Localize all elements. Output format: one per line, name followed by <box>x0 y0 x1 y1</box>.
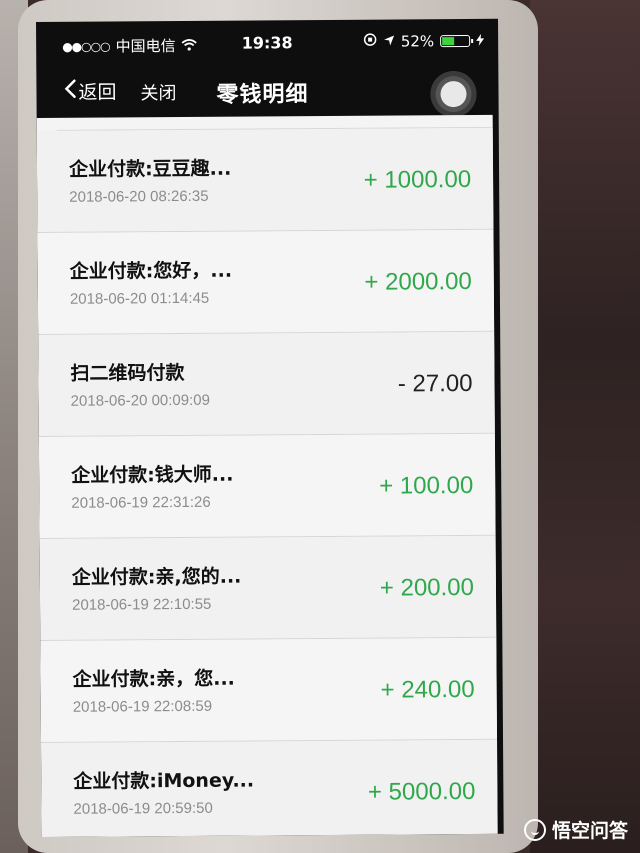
location-arrow-icon <box>383 32 395 50</box>
transaction-amount: - 27.00 <box>397 369 473 398</box>
assistive-touch-button[interactable] <box>430 70 477 118</box>
battery-level <box>442 37 455 46</box>
back-label: 返回 <box>78 81 117 104</box>
transaction-row[interactable]: 企业付款:您好，... 2018-06-20 01:14:45 + 2000.00 <box>37 229 495 335</box>
page-title: 零钱明细 <box>216 82 309 108</box>
transaction-title: 企业付款:亲,您的... <box>71 565 242 589</box>
transaction-title: 扫二维码付款 <box>70 361 185 385</box>
back-button[interactable]: 返回 <box>64 77 117 104</box>
transaction-row[interactable]: 企业付款:豆豆趣... 2018-06-20 08:26:35 + 1000.00 <box>36 127 494 233</box>
transaction-title: 企业付款:豆豆趣... <box>68 157 232 181</box>
phone-screen: ●●○○○ 中国电信 19:38 52% 返回 关闭 零钱明细 企业付款:豆豆趣… <box>36 18 504 837</box>
transaction-row[interactable]: 企业付款:iMoney... 2018-06-19 20:59:50 + 5000.… <box>41 739 498 837</box>
orientation-lock-icon <box>363 33 377 51</box>
transaction-title: 企业付款:您好，... <box>69 259 233 283</box>
transaction-amount: + 2000.00 <box>364 267 472 296</box>
charging-icon <box>476 32 485 50</box>
watermark-text: 悟空问答 <box>551 820 628 842</box>
status-right: 52% <box>363 32 485 51</box>
transaction-time: 2018-06-20 08:26:35 <box>69 187 209 206</box>
transaction-row[interactable]: 扫二维码付款 2018-06-20 00:09:09 - 27.00 <box>38 331 495 437</box>
transaction-time: 2018-06-20 00:09:09 <box>70 391 211 410</box>
battery-percent: 52% <box>400 32 435 51</box>
status-bar: ●●○○○ 中国电信 19:38 52% <box>36 19 498 66</box>
transaction-time: 2018-06-20 01:14:45 <box>69 289 210 308</box>
battery-icon <box>440 34 471 48</box>
transaction-amount: + 200.00 <box>379 573 475 602</box>
transaction-amount: + 240.00 <box>380 675 475 704</box>
transaction-row[interactable]: 企业付款:亲,您的... 2018-06-19 22:10:55 + 200.00 <box>39 535 497 641</box>
transaction-time: 2018-06-19 22:31:26 <box>71 493 211 512</box>
transaction-amount: + 5000.00 <box>367 777 476 806</box>
chevron-left-icon <box>64 79 76 104</box>
navigation-bar: 返回 关闭 零钱明细 <box>36 63 498 118</box>
transaction-row[interactable]: 企业付款:亲，您... 2018-06-19 22:08:59 + 240.00 <box>40 637 498 743</box>
wukong-logo-icon <box>523 818 546 841</box>
transaction-time: 2018-06-19 22:08:59 <box>72 697 213 716</box>
photo-background-right <box>530 0 640 853</box>
transaction-time: 2018-06-19 20:59:50 <box>73 799 213 818</box>
transaction-title: 企业付款:亲，您... <box>72 667 235 691</box>
transaction-title: 企业付款:钱大师... <box>71 463 234 487</box>
close-button[interactable]: 关闭 <box>140 79 176 105</box>
transaction-time: 2018-06-19 22:10:55 <box>72 595 212 614</box>
transaction-list[interactable]: 企业付款:豆豆趣... 2018-06-20 08:26:35 + 1000.00 企… <box>36 114 498 837</box>
transaction-amount: + 100.00 <box>379 471 474 500</box>
transaction-title: 企业付款:iMoney... <box>73 769 255 793</box>
transaction-amount: + 1000.00 <box>363 165 472 194</box>
watermark: 悟空问答 <box>523 816 628 843</box>
transaction-row[interactable]: 企业付款:钱大师... 2018-06-19 22:31:26 + 100.00 <box>38 433 496 539</box>
